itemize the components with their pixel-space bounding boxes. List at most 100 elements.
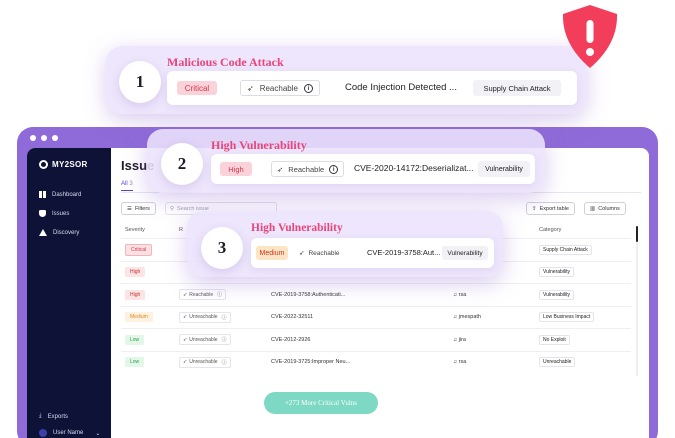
alert-card-number: 1 (119, 61, 161, 103)
user-menu[interactable]: User Name ⌄ (39, 429, 100, 437)
alert-card-2[interactable]: High Vulnerability 2 High ➶ Reachable i … (147, 129, 545, 193)
alert-card-number: 3 (201, 227, 243, 269)
severity-badge: Medium (256, 246, 288, 260)
reachability-badge: ➶ Unreachable ⓘ (179, 311, 231, 323)
reachability-label: Reachable (189, 291, 214, 298)
arrow-icon: ➶ (183, 314, 188, 321)
alert-card-1[interactable]: Malicious Code Attack 1 Critical ➶ Reach… (106, 46, 586, 114)
reachability-badge: ➶ Reachable (295, 246, 344, 260)
avatar (39, 429, 47, 437)
reachability-label: Unreachable (189, 336, 218, 343)
alert-card-number: 2 (161, 143, 203, 185)
issue-title[interactable]: CVE-2019-3758:Authenticati... (271, 292, 453, 298)
sidebar-item-label: Discovery (53, 229, 80, 236)
issue-title[interactable]: CVE-2022-32511 (271, 314, 453, 320)
table-row[interactable]: Low ➶ Unreachable ⓘ CVE-2012-2926 ♫ jira No Ex… (121, 328, 631, 351)
issue-title[interactable]: CVE-2012-2926 (271, 337, 453, 343)
columns-button[interactable]: ▥ Columns (584, 202, 626, 215)
category-badge: Supply Chain Attack (473, 80, 561, 96)
window-dots (30, 135, 58, 141)
arrow-icon: ➶ (299, 250, 305, 257)
header-category[interactable]: Category (539, 227, 631, 233)
filters-button[interactable]: ☰ Filters (121, 202, 156, 215)
issue-title[interactable]: CVE-2019-3725:Improper Neu... (271, 359, 453, 365)
severity-badge: Critical (177, 81, 217, 95)
export-icon: ⇪ (532, 205, 537, 212)
alert-card-title: Malicious Code Attack (167, 55, 284, 69)
package-label: jira (458, 336, 466, 343)
severity-badge: Low (125, 334, 145, 345)
arrow-icon: ➶ (277, 164, 284, 174)
category-badge: Vulnerability (478, 161, 530, 177)
sidebar-item-label: Dashboard (52, 191, 82, 198)
category-badge: Vulnerability (539, 267, 575, 278)
info-icon[interactable]: ⓘ (222, 314, 227, 321)
table-row[interactable]: High ➶ Reachable ⓘ CVE-2019-3758:Authenticat… (121, 283, 631, 306)
columns-label: Columns (598, 205, 620, 212)
severity-badge: Medium (125, 312, 153, 323)
info-icon[interactable]: ⓘ (222, 359, 227, 366)
grid-icon (39, 191, 46, 198)
category-badge: Vulnerability (442, 246, 488, 260)
tab-label: All (121, 181, 128, 187)
alert-description: Code Injection Detected ... (345, 82, 457, 93)
info-icon[interactable]: i (303, 83, 313, 93)
header-severity[interactable]: Severity (121, 227, 179, 233)
shield-icon (39, 210, 46, 217)
tab-count: 3 (129, 181, 133, 187)
reachability-label: Unreachable (189, 359, 218, 366)
alert-shield-icon (562, 5, 618, 68)
severity-badge: High (125, 267, 146, 278)
info-icon[interactable]: i (329, 164, 339, 174)
more-critical-vulns-button[interactable]: +273 More Critical Vulns (264, 392, 378, 414)
tab-all[interactable]: All 3 (121, 181, 133, 191)
alert-card-3[interactable]: High Vulnerability 3 Medium ➶ Reachable … (187, 211, 503, 277)
package-label: rsa (458, 359, 467, 366)
table-row[interactable]: Low ➶ Unreachable ⓘ CVE-2019-3725:Improper N… (121, 350, 631, 374)
columns-icon: ▥ (590, 205, 596, 212)
export-table-button[interactable]: ⇪ Export table (526, 202, 575, 215)
alert-card-row: Critical ➶ Reachable i Code Injection De… (167, 71, 577, 105)
sidebar: MY2SOR Dashboard Issues Discovery ⤓ Expo… (27, 148, 111, 438)
sidebar-item-discovery[interactable]: Discovery (39, 228, 81, 237)
arrow-icon: ➶ (183, 359, 188, 366)
reachability-badge: ➶ Reachable i (240, 80, 320, 96)
tab-bar: All 3 (121, 181, 133, 191)
package-label: jmespath (458, 314, 481, 321)
warning-icon (39, 229, 47, 236)
sidebar-item-dashboard[interactable]: Dashboard (39, 190, 81, 199)
reachability-label: Unreachable (189, 314, 218, 321)
alert-card-title: High Vulnerability (251, 222, 343, 234)
reachability-label: Reachable (259, 83, 298, 93)
arrow-icon: ➶ (247, 83, 254, 93)
reachability-badge: ➶ Unreachable ⓘ (179, 356, 231, 368)
arrow-icon: ➶ (183, 291, 188, 298)
sidebar-item-issues[interactable]: Issues (39, 209, 81, 218)
severity-badge: Critical (125, 243, 153, 256)
download-icon: ⤓ (39, 413, 42, 419)
package-icon: ♫ (453, 291, 458, 298)
table-row[interactable]: Medium ➶ Unreachable ⓘ CVE-2022-32511 ♫ jmesp… (121, 305, 631, 329)
category-badge: Unreachable (539, 357, 576, 368)
logo-icon (39, 160, 48, 169)
reachability-label: Reachable (288, 164, 325, 174)
brand-logo[interactable]: MY2SOR (39, 160, 88, 169)
brand-name: MY2SOR (52, 160, 88, 169)
table-scrollbar[interactable] (636, 226, 638, 376)
sidebar-nav: Dashboard Issues Discovery (39, 190, 81, 237)
category-badge: Low Business Impact (539, 312, 595, 323)
sidebar-item-label: Issues (52, 210, 70, 217)
info-icon[interactable]: ⓘ (222, 336, 227, 343)
export-label: Export table (539, 205, 569, 212)
severity-badge: High (125, 289, 146, 300)
reachability-label: Reachable (308, 249, 340, 257)
sidebar-footer: ⤓ Exports User Name ⌄ (39, 413, 100, 437)
info-icon[interactable]: ⓘ (217, 291, 222, 298)
chevron-down-icon: ⌄ (95, 430, 101, 437)
reachability-badge: ➶ Unreachable ⓘ (179, 334, 231, 346)
category-badge: No Exploit (539, 334, 570, 345)
category-badge: Supply Chain Attack (539, 244, 592, 255)
alert-card-row: High ➶ Reachable i CVE-2020-14172:Deseri… (211, 154, 535, 184)
package-cell: ♫ jmespath (453, 314, 539, 320)
sidebar-item-exports[interactable]: ⤓ Exports (39, 413, 100, 420)
